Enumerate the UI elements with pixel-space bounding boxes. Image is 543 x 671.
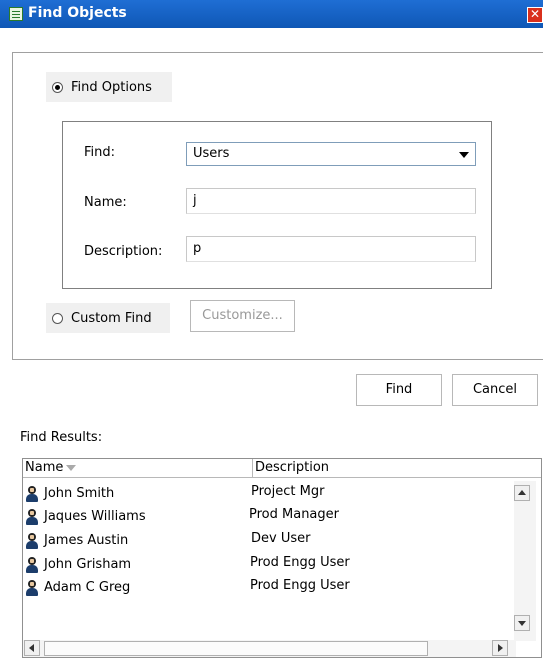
user-icon xyxy=(25,486,39,502)
scroll-down-button[interactable] xyxy=(514,615,530,631)
radio-selected-icon[interactable] xyxy=(52,81,63,93)
scroll-left-button[interactable] xyxy=(24,640,40,656)
user-icon xyxy=(25,580,39,596)
row-description: Prod Engg User xyxy=(250,555,350,570)
arrow-right-icon xyxy=(498,644,503,652)
table-row[interactable]: Jaques Williams Prod Manager xyxy=(25,507,505,529)
row-name: James Austin xyxy=(44,533,129,548)
find-results-table: Name Description John Smith Project Mgr … xyxy=(22,458,542,658)
table-row[interactable]: Adam C Greg Prod Engg User xyxy=(25,578,505,600)
description-label: Description: xyxy=(84,244,163,259)
custom-find-radio[interactable]: Custom Find xyxy=(46,303,170,333)
column-header-name[interactable]: Name xyxy=(23,459,253,478)
sort-descending-icon xyxy=(66,464,77,471)
name-input[interactable]: j xyxy=(186,188,476,214)
table-row[interactable]: James Austin Dev User xyxy=(25,531,505,553)
find-type-value: Users xyxy=(193,146,230,161)
chevron-down-icon[interactable] xyxy=(459,152,469,158)
find-type-select[interactable]: Users xyxy=(186,142,476,166)
row-description: Prod Engg User xyxy=(250,578,350,593)
row-description: Project Mgr xyxy=(251,484,325,499)
user-icon xyxy=(25,509,39,525)
arrow-up-icon xyxy=(518,490,526,495)
column-header-name-label: Name xyxy=(25,460,64,475)
title-bar: Find Objects ✕ xyxy=(0,0,543,28)
scroll-up-button[interactable] xyxy=(514,485,530,501)
table-row[interactable]: John Smith Project Mgr xyxy=(25,484,505,506)
arrow-down-icon xyxy=(518,621,526,626)
row-description: Dev User xyxy=(251,531,311,546)
radio-unselected-icon[interactable] xyxy=(52,312,63,324)
find-results-label: Find Results: xyxy=(20,430,103,445)
close-button[interactable]: ✕ xyxy=(527,7,543,23)
vertical-scrollbar[interactable] xyxy=(514,481,536,641)
user-icon xyxy=(25,557,39,573)
name-label: Name: xyxy=(84,195,127,210)
arrow-left-icon xyxy=(29,644,34,652)
column-header-description-label: Description xyxy=(255,460,330,475)
column-header-description[interactable]: Description xyxy=(253,459,541,478)
custom-find-label: Custom Find xyxy=(71,310,152,326)
find-objects-app-icon xyxy=(9,7,23,21)
row-name: Jaques Williams xyxy=(44,509,146,524)
find-options-radio[interactable]: Find Options xyxy=(46,72,172,102)
row-name: John Grisham xyxy=(44,557,132,572)
window-title: Find Objects xyxy=(28,5,127,21)
scroll-right-button[interactable] xyxy=(492,640,508,656)
horizontal-scrollbar[interactable] xyxy=(23,640,516,657)
find-button[interactable]: Find xyxy=(356,374,442,406)
customize-button[interactable]: Customize... xyxy=(190,300,295,332)
cancel-button[interactable]: Cancel xyxy=(452,374,538,406)
user-icon xyxy=(25,533,39,549)
row-name: Adam C Greg xyxy=(44,580,131,595)
horizontal-scroll-thumb[interactable] xyxy=(44,641,428,656)
find-label: Find: xyxy=(84,145,116,160)
find-options-label: Find Options xyxy=(71,79,152,95)
row-name: John Smith xyxy=(44,486,115,501)
row-description: Prod Manager xyxy=(249,507,339,522)
table-row[interactable]: John Grisham Prod Engg User xyxy=(25,555,505,577)
description-input[interactable]: p xyxy=(186,236,476,262)
